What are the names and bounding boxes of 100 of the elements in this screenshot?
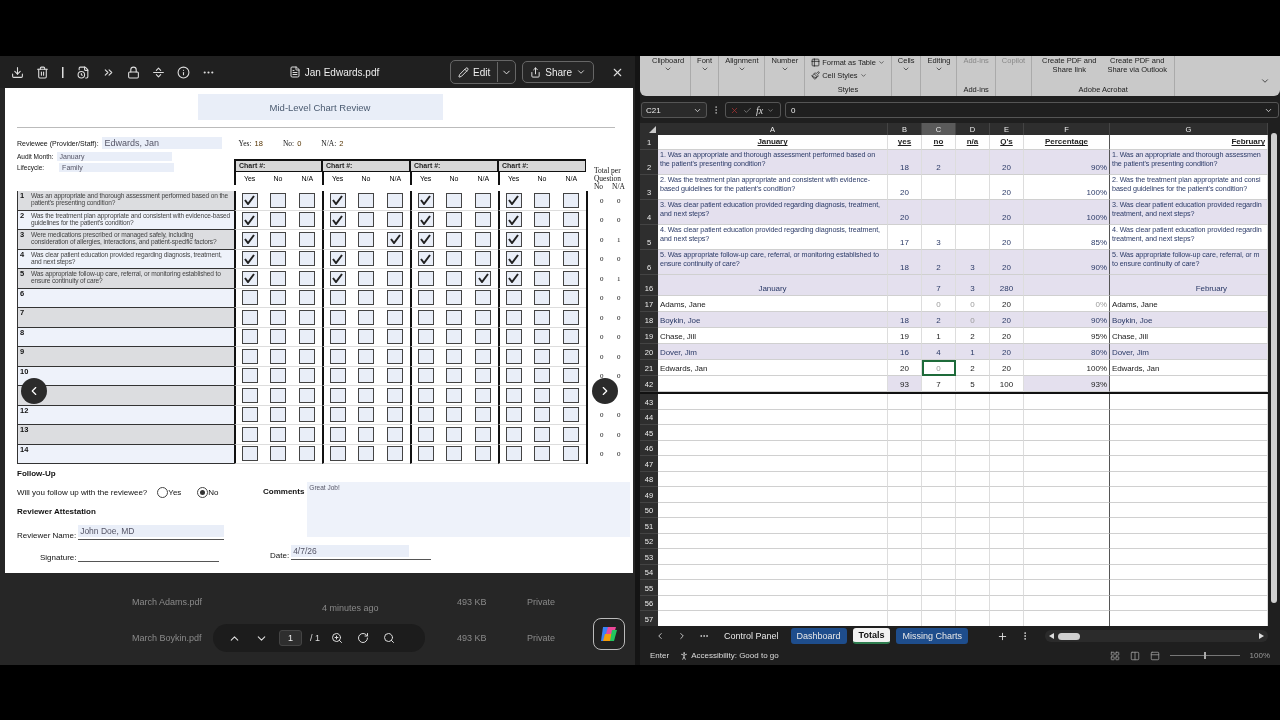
checkbox[interactable]	[299, 348, 316, 364]
checkbox[interactable]	[445, 231, 462, 247]
checkbox[interactable]	[387, 192, 404, 208]
checkbox[interactable]	[475, 290, 492, 306]
checkbox[interactable]	[299, 290, 316, 306]
checkbox[interactable]	[533, 348, 550, 364]
checkbox[interactable]	[387, 348, 404, 364]
checkbox[interactable]	[357, 212, 374, 228]
checkbox[interactable]	[563, 446, 580, 462]
checkbox[interactable]	[270, 290, 286, 306]
checkbox[interactable]	[299, 329, 316, 345]
checkbox[interactable]	[270, 387, 286, 403]
checkbox[interactable]	[445, 251, 462, 267]
checkbox[interactable]	[475, 426, 492, 442]
checkbox[interactable]	[563, 212, 580, 228]
checkbox[interactable]	[505, 270, 522, 286]
checkbox[interactable]	[445, 348, 462, 364]
checkbox[interactable]	[417, 426, 434, 442]
checkbox[interactable]	[270, 348, 286, 364]
checkbox[interactable]	[475, 192, 492, 208]
formula-field[interactable]: 0	[785, 102, 1279, 118]
checkbox[interactable]	[445, 387, 462, 403]
cell[interactable]	[1024, 580, 1110, 596]
checkbox[interactable]	[533, 192, 550, 208]
checkbox[interactable]	[417, 309, 434, 325]
checkbox[interactable]	[299, 270, 316, 286]
share-button[interactable]: Share	[522, 61, 594, 83]
checkbox[interactable]	[241, 270, 258, 286]
checkbox[interactable]	[475, 368, 492, 384]
checkbox[interactable]	[417, 446, 434, 462]
checkbox[interactable]	[387, 290, 404, 306]
checkbox[interactable]	[445, 407, 462, 423]
checkbox[interactable]	[533, 270, 550, 286]
checkbox[interactable]	[357, 231, 374, 247]
checkbox[interactable]	[357, 329, 374, 345]
cell[interactable]	[1024, 487, 1110, 503]
checkbox[interactable]	[241, 407, 258, 423]
checkbox[interactable]	[533, 329, 550, 345]
checkbox[interactable]	[475, 329, 492, 345]
checkbox[interactable]	[563, 368, 580, 384]
checkbox[interactable]	[357, 387, 374, 403]
checkbox[interactable]	[270, 329, 286, 345]
sheet-tab[interactable]: Control Panel	[718, 628, 785, 644]
checkbox[interactable]	[563, 387, 580, 403]
checkbox[interactable]	[505, 446, 522, 462]
checkbox[interactable]	[329, 290, 346, 306]
checkbox[interactable]	[505, 231, 522, 247]
page-number-field[interactable]: 1	[279, 630, 302, 646]
checkbox[interactable]	[475, 270, 492, 286]
checkbox[interactable]	[241, 426, 258, 442]
checkbox[interactable]	[299, 212, 316, 228]
checkbox[interactable]	[505, 329, 522, 345]
scroll-left-icon[interactable]	[1048, 633, 1054, 639]
checkbox[interactable]	[475, 251, 492, 267]
checkbox[interactable]	[357, 192, 374, 208]
checkbox[interactable]	[241, 290, 258, 306]
sheet-tab[interactable]: Totals	[852, 628, 891, 644]
checkbox[interactable]	[563, 348, 580, 364]
checkbox[interactable]	[475, 212, 492, 228]
checkbox[interactable]	[357, 368, 374, 384]
checkbox[interactable]	[299, 251, 316, 267]
checkbox[interactable]	[387, 309, 404, 325]
checkbox[interactable]	[505, 192, 522, 208]
checkbox[interactable]	[533, 251, 550, 267]
checkbox[interactable]	[241, 329, 258, 345]
checkbox[interactable]	[505, 290, 522, 306]
checkbox[interactable]	[533, 407, 550, 423]
checkbox[interactable]	[329, 446, 346, 462]
checkbox[interactable]	[270, 407, 286, 423]
checkbox[interactable]	[299, 387, 316, 403]
checkbox[interactable]	[563, 270, 580, 286]
checkbox[interactable]	[475, 387, 492, 403]
checkbox[interactable]	[505, 212, 522, 228]
checkbox[interactable]	[357, 290, 374, 306]
checkbox[interactable]	[417, 270, 434, 286]
checkbox[interactable]	[299, 231, 316, 247]
checkbox[interactable]	[387, 231, 404, 247]
checkbox[interactable]	[329, 368, 346, 384]
checkbox[interactable]	[270, 368, 286, 384]
checkbox[interactable]	[387, 368, 404, 384]
checkbox[interactable]	[329, 426, 346, 442]
checkbox[interactable]	[270, 309, 286, 325]
cell[interactable]: 4	[922, 344, 956, 360]
checkbox[interactable]	[445, 309, 462, 325]
name-box[interactable]: C21	[641, 102, 707, 118]
checkbox[interactable]	[241, 231, 258, 247]
scroll-thumb[interactable]	[1271, 133, 1277, 603]
checkbox[interactable]	[329, 329, 346, 345]
checkbox[interactable]	[533, 387, 550, 403]
checkbox[interactable]	[270, 251, 286, 267]
checkbox[interactable]	[329, 348, 346, 364]
checkbox[interactable]	[563, 231, 580, 247]
checkbox[interactable]	[505, 407, 522, 423]
page-layout-icon[interactable]	[1129, 650, 1140, 661]
checkbox[interactable]	[505, 426, 522, 442]
checkbox[interactable]	[357, 446, 374, 462]
checkbox[interactable]	[329, 192, 346, 208]
sheet-tab[interactable]: Missing Charts	[896, 628, 968, 644]
checkbox[interactable]	[417, 290, 434, 306]
checkbox[interactable]	[563, 192, 580, 208]
